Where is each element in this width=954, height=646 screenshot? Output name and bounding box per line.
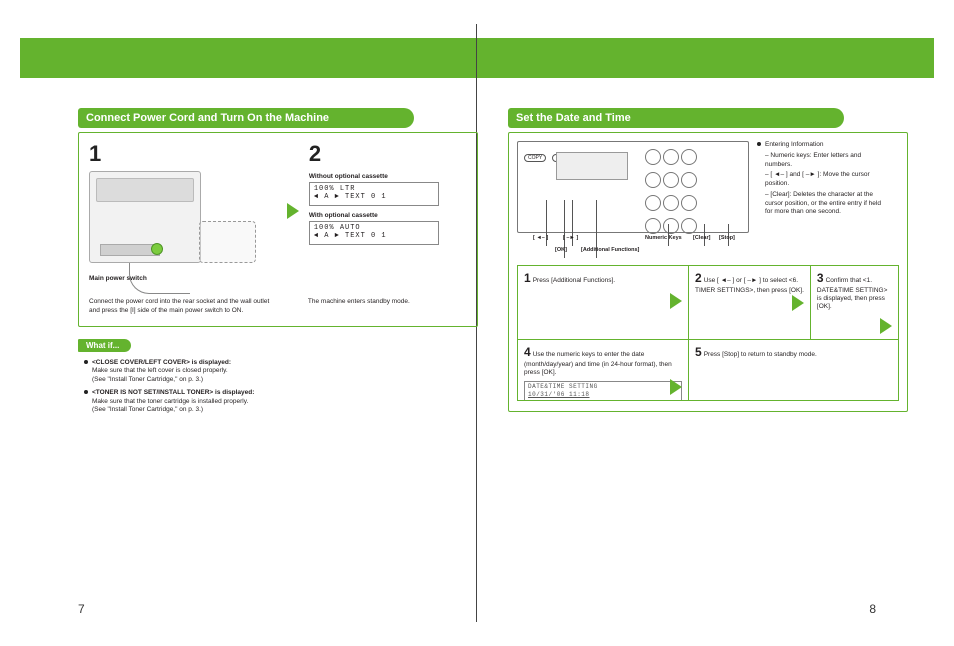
info-line-1: Numeric keys: Enter letters and numbers. bbox=[765, 152, 861, 168]
whatif-item-1: <CLOSE COVER/LEFT COVER> is displayed: M… bbox=[84, 359, 478, 385]
whatif2-head: <TONER IS NOT SET/INSTALL TONER> is disp… bbox=[92, 389, 254, 396]
power-cord-line bbox=[129, 263, 190, 294]
arrow-icon bbox=[670, 379, 682, 395]
right-column: Set the Date and Time COPY FAX SCAN bbox=[508, 108, 908, 412]
step1-body: Connect the power cord into the rear soc… bbox=[89, 298, 278, 316]
step3-text: Confirm that <1. DATE&TIME SETTING> is d… bbox=[817, 277, 887, 310]
control-panel-illustration: COPY FAX SCAN bbox=[517, 141, 749, 233]
lcd1-line2: ◄ A ► TEXT 0 1 bbox=[314, 193, 434, 201]
label-stop: [Stop] bbox=[719, 235, 735, 241]
lcd-display-1: 100% LTR ◄ A ► TEXT 0 1 bbox=[309, 182, 439, 206]
label-ok: [OK] bbox=[555, 247, 567, 253]
arrow-icon bbox=[792, 295, 804, 311]
step-2-number: 2 bbox=[309, 141, 467, 167]
whatif2-line1: Make sure that the toner cartridge is in… bbox=[92, 398, 248, 407]
whatif2-line2: (See "Install Toner Cartridge," on p. 3.… bbox=[92, 406, 203, 415]
step-cell-1: 1Press [Additional Functions]. bbox=[518, 266, 689, 340]
label-right-arrow: [ –► ] bbox=[563, 235, 578, 241]
bullet-icon bbox=[84, 390, 88, 394]
lcd-display-2: 100% AUTO ◄ A ► TEXT 0 1 bbox=[309, 221, 439, 245]
lcd1-line1: 100% LTR bbox=[314, 185, 434, 193]
panel-diagram-wrap: COPY FAX SCAN bbox=[517, 141, 749, 259]
section-title-datetime: Set the Date and Time bbox=[508, 108, 844, 128]
steps-table: 1Press [Additional Functions]. 2Use [ ◄–… bbox=[517, 265, 899, 401]
step-1: 1 Main power switch bbox=[89, 141, 277, 282]
lcd2-heading: With optional cassette bbox=[309, 212, 467, 219]
whatif-item-2: <TONER IS NOT SET/INSTALL TONER> is disp… bbox=[84, 389, 478, 415]
step5-text: Press [Stop] to return to standby mode. bbox=[704, 351, 817, 358]
copy-pill: COPY bbox=[524, 154, 546, 162]
step-2: 2 Without optional cassette 100% LTR ◄ A… bbox=[309, 141, 467, 282]
lcd1-heading: Without optional cassette bbox=[309, 173, 467, 180]
label-clear: [Clear] bbox=[693, 235, 710, 241]
page: Connect Power Cord and Turn On the Machi… bbox=[0, 0, 954, 646]
printer-illustration bbox=[89, 171, 201, 263]
socket-callout bbox=[199, 221, 256, 263]
label-numeric: Numeric Keys bbox=[645, 235, 682, 241]
bullet-icon bbox=[757, 142, 761, 146]
label-left-arrow: [ ◄– ] bbox=[533, 235, 548, 241]
page-number-left: 7 bbox=[78, 602, 85, 616]
section-title-connect: Connect Power Cord and Turn On the Machi… bbox=[78, 108, 414, 128]
entering-info: Entering Information – Numeric keys: Ent… bbox=[757, 141, 889, 217]
step1-text: Press [Additional Functions]. bbox=[533, 277, 615, 284]
what-if-section: What if... <CLOSE COVER/LEFT COVER> is d… bbox=[78, 335, 478, 416]
panel-screen bbox=[556, 152, 628, 180]
numeric-keypad bbox=[644, 148, 742, 226]
whatif1-line2: (See "Install Toner Cartridge," on p. 3.… bbox=[92, 376, 203, 385]
header-bar bbox=[20, 38, 934, 78]
step4-text: Use the numeric keys to enter the date (… bbox=[524, 351, 672, 376]
datetime-box: COPY FAX SCAN bbox=[508, 132, 908, 412]
label-add-func: [Additional Functions] bbox=[581, 247, 639, 253]
step2-body: The machine enters standby mode. bbox=[308, 298, 467, 307]
step-cell-4: 4Use the numeric keys to enter the date … bbox=[518, 339, 689, 400]
lcd2-line2: ◄ A ► TEXT 0 1 bbox=[314, 232, 434, 240]
power-switch-highlight bbox=[151, 243, 163, 255]
whatif1-line1: Make sure that the left cover is closed … bbox=[92, 367, 228, 376]
info-line-2: [ ◄– ] and [ –► ]: Move the cursor posit… bbox=[765, 171, 870, 187]
bullet-icon bbox=[84, 360, 88, 364]
whatif1-head: <CLOSE COVER/LEFT COVER> is displayed: bbox=[92, 359, 231, 366]
what-if-pill: What if... bbox=[78, 339, 131, 352]
step2-text: Use [ ◄– ] or [ –► ] to select <6. TIMER… bbox=[695, 277, 804, 294]
left-column: Connect Power Cord and Turn On the Machi… bbox=[78, 108, 478, 415]
connect-box: 1 Main power switch 2 Without optional c… bbox=[78, 132, 478, 327]
lcd2-line1: 100% AUTO bbox=[314, 224, 434, 232]
info-heading: Entering Information bbox=[765, 141, 824, 148]
step-cell-5: 5Press [Stop] to return to standby mode. bbox=[689, 339, 899, 400]
step-cell-3: 3Confirm that <1. DATE&TIME SETTING> is … bbox=[810, 266, 898, 340]
arrow-icon bbox=[880, 318, 892, 334]
step-1-number: 1 bbox=[89, 141, 277, 167]
arrow-icon bbox=[670, 293, 682, 309]
step-cell-2: 2Use [ ◄– ] or [ –► ] to select <6. TIME… bbox=[689, 266, 811, 340]
info-line-3: [Clear]: Deletes the character at the cu… bbox=[765, 191, 881, 216]
arrow-icon bbox=[287, 203, 299, 219]
page-number-right: 8 bbox=[869, 602, 876, 616]
